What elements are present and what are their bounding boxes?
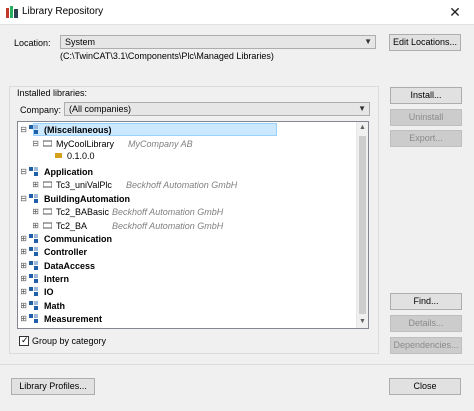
scroll-up-icon[interactable]: ▲ [357,122,368,134]
collapse-icon[interactable]: ⊟ [20,124,27,136]
category-icon [29,247,38,256]
details-button[interactable]: Details... [390,315,462,332]
library-name: Tc2_BA [56,221,88,231]
tree-node-label: BuildingAutomation [44,194,130,204]
expand-icon[interactable]: ⊞ [20,246,27,258]
location-path: (C:\TwinCAT\3.1\Components\Plc\Managed L… [60,51,274,61]
window-title: Library Repository [22,6,104,17]
export-button[interactable]: Export... [390,130,462,147]
expand-icon[interactable]: ⊞ [32,206,39,218]
title-separator [0,24,474,25]
expand-icon[interactable]: ⊞ [20,313,27,325]
expand-icon[interactable]: ⊞ [20,260,27,272]
expand-icon[interactable]: ⊞ [20,286,27,298]
scrollbar-thumb[interactable] [359,136,366,314]
expand-icon[interactable]: ⊞ [32,179,39,191]
chevron-down-icon: ▼ [358,104,366,113]
category-icon [29,261,38,270]
company-select[interactable]: (All companies) ▼ [64,102,370,116]
location-select-value: System [65,37,96,47]
company-select-value: (All companies) [69,104,132,114]
category-icon [29,234,38,243]
tree-node-label: DataAccess [44,261,96,271]
library-name: MyCoolLibrary [56,139,115,149]
category-icon [29,314,38,323]
checkmark-icon: ✓ [21,335,29,345]
library-name: Tc2_BABasic [56,207,110,217]
library-name: Tc3_uniValPlc [56,180,112,190]
library-icon [43,181,52,188]
uninstall-button[interactable]: Uninstall [390,109,462,126]
category-icon [29,287,38,296]
library-icon [43,140,52,147]
location-select[interactable]: System ▼ [60,35,376,49]
tree-node-label: Communication [44,234,113,244]
find-button[interactable]: Find... [390,293,462,310]
tree-node-label: IO [44,287,54,297]
dependencies-button[interactable]: Dependencies... [390,337,462,354]
collapse-icon[interactable]: ⊟ [20,193,27,205]
close-window-icon[interactable]: ✕ [446,4,464,20]
library-icon [43,222,52,229]
installed-libraries-label: Installed libraries: [17,88,88,98]
install-button[interactable]: Install... [390,87,462,104]
tree-node-label: (Miscellaneous) [44,125,112,135]
category-icon [29,274,38,283]
tree-node-label: Intern [44,274,70,284]
edit-locations-button[interactable]: Edit Locations... [389,34,461,51]
close-button[interactable]: Close [389,378,461,395]
library-profiles-button[interactable]: Library Profiles... [11,378,95,395]
title-bar: Library Repository ✕ [0,0,474,24]
expand-icon[interactable]: ⊞ [20,273,27,285]
location-label: Location: [14,38,51,48]
category-icon [29,125,38,134]
library-vendor: MyCompany AB [128,139,193,149]
library-icon [43,208,52,215]
collapse-icon[interactable]: ⊟ [20,166,27,178]
group-by-category-checkbox[interactable]: ✓ [19,335,29,346]
tree-node-label: Controller [44,247,88,257]
footer-separator [0,364,474,365]
library-vendor: Beckhoff Automation GmbH [112,207,224,217]
library-tree[interactable]: ⊟ (Miscellaneous) ⊟ MyCoolLibrary MyComp… [17,121,369,329]
library-version: 0.1.0.0 [67,151,95,161]
company-label: Company: [20,105,62,115]
scroll-down-icon[interactable]: ▼ [357,316,368,328]
tree-scrollbar[interactable]: ▲ ▼ [356,122,368,328]
category-icon [29,167,38,176]
version-icon [55,153,62,158]
tree-node-label: Application [44,167,93,177]
library-app-icon [6,6,18,18]
group-by-category-label: Group by category [32,336,107,346]
expand-icon[interactable]: ⊞ [32,220,39,232]
collapse-icon[interactable]: ⊟ [32,138,39,150]
expand-icon[interactable]: ⊞ [20,300,27,312]
chevron-down-icon: ▼ [364,37,372,46]
category-icon [29,301,38,310]
category-icon [29,194,38,203]
tree-node-label: Measurement [44,314,103,324]
tree-node-label: Math [44,301,65,311]
expand-icon[interactable]: ⊞ [20,233,27,245]
library-vendor: Beckhoff Automation GmbH [126,180,238,190]
library-vendor: Beckhoff Automation GmbH [112,221,224,231]
